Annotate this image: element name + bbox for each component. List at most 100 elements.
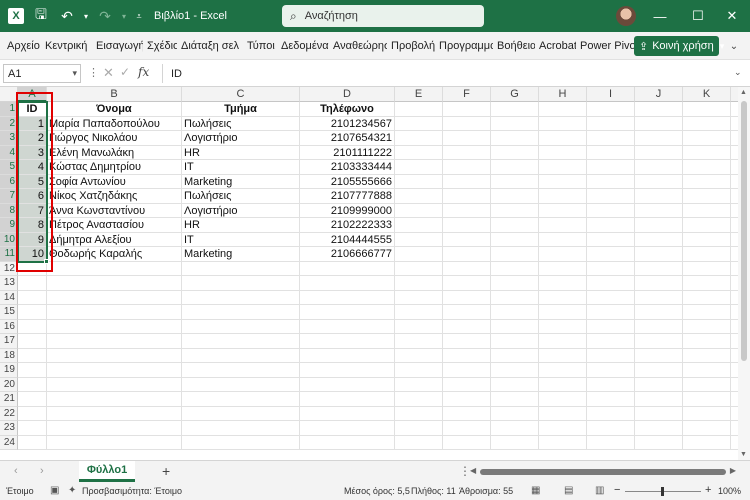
grid-cell[interactable]	[182, 261, 300, 276]
table-cell[interactable]: Πωλήσεις	[182, 189, 300, 204]
grid-cell[interactable]	[587, 435, 635, 450]
grid-cell[interactable]	[443, 247, 491, 262]
ribbon-tab[interactable]: Βοήθεια	[493, 40, 535, 52]
grid-cell[interactable]	[182, 377, 300, 392]
grid-cell[interactable]	[587, 131, 635, 146]
grid-cell[interactable]	[539, 290, 587, 305]
grid-cell[interactable]	[443, 334, 491, 349]
grid-cell[interactable]	[587, 189, 635, 204]
grid-cell[interactable]	[443, 218, 491, 233]
grid-cell[interactable]	[635, 435, 683, 450]
save-icon[interactable]: 🖫	[28, 0, 54, 32]
grid-cell[interactable]	[491, 276, 539, 291]
page-layout-view-icon[interactable]: ▤	[564, 485, 573, 496]
table-cell[interactable]: Marketing	[182, 174, 300, 189]
grid-cell[interactable]	[443, 348, 491, 363]
grid-cell[interactable]	[47, 377, 182, 392]
grid-cell[interactable]	[635, 421, 683, 436]
row-header[interactable]: 11	[0, 247, 18, 262]
scroll-up-icon[interactable]: ▲	[740, 89, 747, 96]
scroll-right-icon[interactable]: ▶	[730, 466, 736, 475]
grid-cell[interactable]	[539, 189, 587, 204]
grid-cell[interactable]	[47, 305, 182, 320]
table-cell[interactable]: 2107654321	[300, 131, 395, 146]
ribbon-tab[interactable]: Κεντρική	[41, 40, 92, 52]
grid-cell[interactable]	[491, 116, 539, 131]
grid-cell[interactable]	[300, 261, 395, 276]
accessibility-icon[interactable]: ✦	[68, 485, 76, 496]
grid-cell[interactable]	[182, 319, 300, 334]
table-header-cell[interactable]: Όνομα	[47, 102, 182, 117]
grid-cell[interactable]	[683, 276, 731, 291]
table-cell[interactable]: 2101111222	[300, 145, 395, 160]
grid-cell[interactable]	[539, 276, 587, 291]
grid-cell[interactable]	[491, 218, 539, 233]
grid-cell[interactable]	[683, 435, 731, 450]
grid-cell[interactable]	[491, 189, 539, 204]
row-header[interactable]: 6	[0, 174, 18, 189]
grid-cell[interactable]	[683, 247, 731, 262]
grid-cell[interactable]	[182, 305, 300, 320]
grid-cell[interactable]	[182, 406, 300, 421]
grid-cell[interactable]	[539, 116, 587, 131]
table-cell[interactable]: Ελένη Μανωλάκη	[47, 145, 182, 160]
grid-cell[interactable]	[587, 305, 635, 320]
grid-cell[interactable]	[395, 160, 443, 175]
grid-cell[interactable]	[47, 276, 182, 291]
grid-cell[interactable]	[395, 377, 443, 392]
grid-cell[interactable]	[683, 319, 731, 334]
grid-cell[interactable]	[18, 435, 47, 450]
grid-cell[interactable]	[47, 363, 182, 378]
grid-cell[interactable]	[395, 218, 443, 233]
grid-cell[interactable]	[395, 131, 443, 146]
ribbon-tab[interactable]: Αναθεώρησ	[329, 40, 387, 52]
grid-cell[interactable]	[587, 232, 635, 247]
grid-cell[interactable]	[683, 261, 731, 276]
grid-cell[interactable]	[539, 218, 587, 233]
fill-handle[interactable]	[44, 258, 49, 264]
zoom-slider-thumb[interactable]	[661, 487, 664, 496]
grid-cell[interactable]	[587, 421, 635, 436]
grid-cell[interactable]	[443, 290, 491, 305]
column-header[interactable]: G	[491, 87, 539, 102]
formula-input[interactable]: ID	[162, 64, 728, 83]
grid-cell[interactable]	[587, 261, 635, 276]
grid-cell[interactable]	[491, 232, 539, 247]
grid-cell[interactable]	[18, 392, 47, 407]
grid-cell[interactable]	[539, 102, 587, 117]
grid-cell[interactable]	[443, 319, 491, 334]
grid-cell[interactable]	[443, 174, 491, 189]
table-cell[interactable]: 2	[18, 131, 47, 146]
grid-cell[interactable]	[182, 334, 300, 349]
grid-cell[interactable]	[182, 276, 300, 291]
ribbon-display-options-icon[interactable]: ⌄	[724, 36, 744, 56]
grid-cell[interactable]	[443, 363, 491, 378]
grid-cell[interactable]	[539, 232, 587, 247]
column-header[interactable]: B	[47, 87, 182, 102]
grid-cell[interactable]	[491, 102, 539, 117]
row-header[interactable]: 23	[0, 421, 18, 436]
grid-cell[interactable]	[182, 435, 300, 450]
avatar[interactable]	[616, 6, 636, 26]
grid-cell[interactable]	[18, 261, 47, 276]
grid-cell[interactable]	[491, 305, 539, 320]
grid-cell[interactable]	[182, 363, 300, 378]
row-header[interactable]: 4	[0, 145, 18, 160]
grid-cell[interactable]	[395, 421, 443, 436]
grid-cell[interactable]	[300, 435, 395, 450]
column-header[interactable]: J	[635, 87, 683, 102]
grid-cell[interactable]	[587, 218, 635, 233]
grid-cell[interactable]	[395, 363, 443, 378]
grid-cell[interactable]	[635, 247, 683, 262]
row-header[interactable]: 16	[0, 319, 18, 334]
grid-cell[interactable]	[491, 247, 539, 262]
table-cell[interactable]: 2104444555	[300, 232, 395, 247]
grid-cell[interactable]	[539, 247, 587, 262]
grid-cell[interactable]	[683, 363, 731, 378]
grid-cell[interactable]	[300, 290, 395, 305]
grid-cell[interactable]	[587, 363, 635, 378]
ribbon-tab[interactable]: Αρχείο	[3, 40, 41, 52]
grid-cell[interactable]	[300, 319, 395, 334]
grid-cell[interactable]	[18, 377, 47, 392]
grid-cell[interactable]	[47, 319, 182, 334]
